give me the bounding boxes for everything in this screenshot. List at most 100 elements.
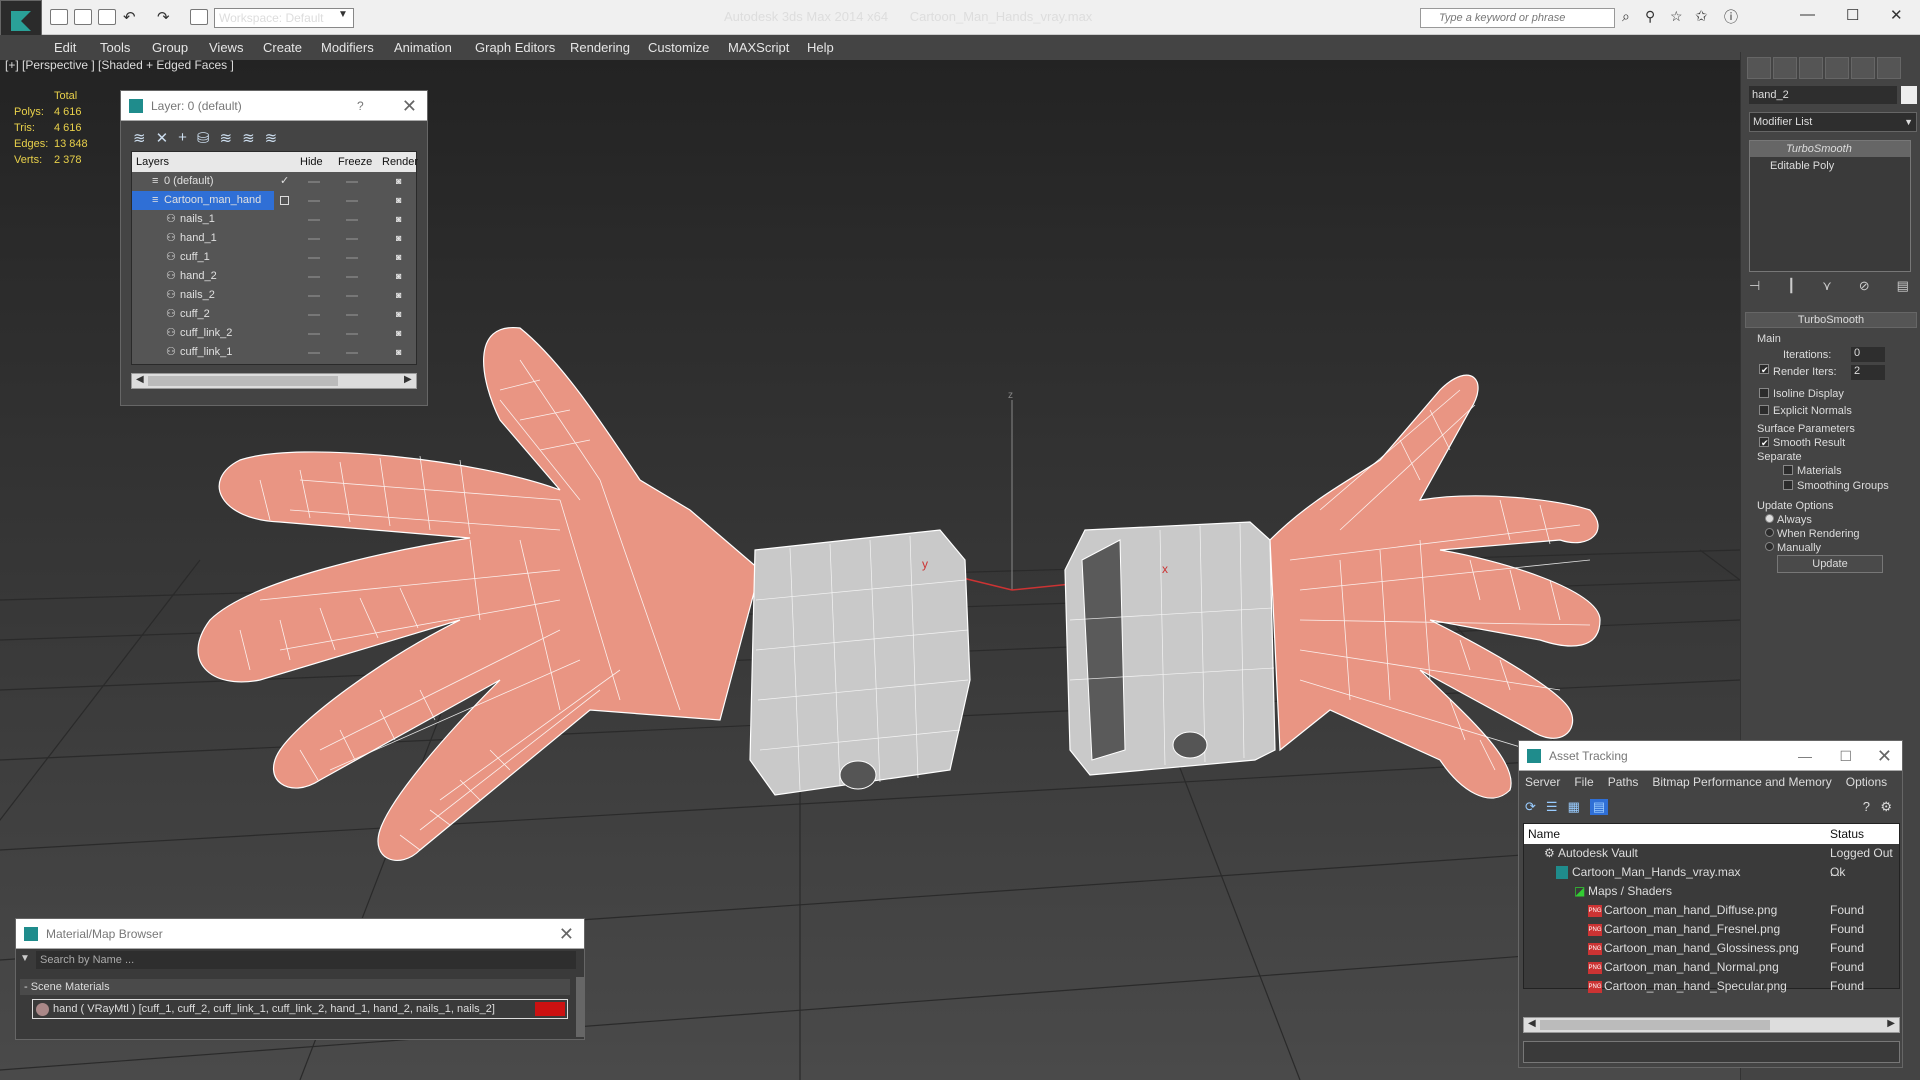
scrollbar-thumb[interactable] — [1540, 1020, 1770, 1030]
scene-materials-header[interactable]: - Scene Materials — [20, 979, 570, 995]
display-tab-icon[interactable] — [1851, 57, 1875, 79]
asset-row[interactable]: Cartoon_Man_Hands_vray.max Ok — [1524, 863, 1899, 882]
search-input[interactable]: Type a keyword or phrase — [1420, 8, 1615, 28]
render-icon[interactable]: ◙ — [396, 305, 401, 324]
communication-center-icon[interactable]: ⚲ — [1645, 8, 1655, 25]
explicit-normals-checkbox[interactable] — [1759, 405, 1769, 415]
modify-tab-icon[interactable] — [1773, 57, 1797, 79]
asset-row[interactable]: ◪ Maps / Shaders — [1524, 882, 1899, 901]
menu-create[interactable]: Create — [263, 40, 302, 55]
asset-menu-file[interactable]: File — [1574, 775, 1593, 789]
motion-tab-icon[interactable] — [1825, 57, 1849, 79]
maximize-button[interactable]: ☐ — [1846, 6, 1859, 24]
viewport-label[interactable]: [+] [Perspective ] [Shaded + Edged Faces… — [5, 58, 234, 72]
maximize-button[interactable]: ☐ — [1839, 741, 1852, 771]
menu-modifiers[interactable]: Modifiers — [321, 40, 374, 55]
close-icon[interactable]: ✕ — [402, 91, 417, 121]
modifier-list-dropdown[interactable]: Modifier List ▼ — [1749, 112, 1917, 132]
layer-dialog-titlebar[interactable]: Layer: 0 (default) ? ✕ — [121, 91, 427, 121]
render-icon[interactable]: ◙ — [396, 210, 401, 229]
asset-row[interactable]: PNG Cartoon_man_hand_Specular.png Found — [1524, 977, 1899, 996]
asset-horizontal-scrollbar[interactable]: ◀ ▶ — [1523, 1017, 1900, 1033]
material-browser-titlebar[interactable]: Material/Map Browser ✕ — [16, 919, 584, 949]
layer-row[interactable]: ⚇ cuff_2 ◙ — [132, 305, 416, 324]
open-file-icon[interactable] — [74, 9, 92, 25]
iterations-spinner[interactable]: 0 — [1851, 347, 1885, 362]
redo-icon[interactable]: ↷ — [157, 8, 170, 26]
render-icon[interactable]: ◙ — [396, 172, 401, 191]
asset-menu-server[interactable]: Server — [1525, 775, 1560, 789]
layer-row[interactable]: ⚇ hand_2 ◙ — [132, 267, 416, 286]
scrollbar-thumb[interactable] — [148, 376, 338, 386]
layer-row[interactable]: ⚇ hand_1 ◙ — [132, 229, 416, 248]
menu-edit[interactable]: Edit — [54, 40, 76, 55]
menu-animation[interactable]: Animation — [394, 40, 452, 55]
col-name[interactable]: Name — [1528, 824, 1560, 844]
menu-help[interactable]: Help — [807, 40, 834, 55]
help-button[interactable]: ? — [357, 91, 364, 121]
help-icon[interactable]: ⓘ — [1724, 7, 1738, 27]
workspace-dropdown[interactable]: Workspace: Default — [214, 8, 354, 28]
asset-row[interactable]: ⚙ Autodesk Vault Logged Out ... — [1524, 844, 1899, 879]
favorites-icon[interactable]: ☆ — [1670, 8, 1683, 25]
delete-layer-icon[interactable]: ✕ — [156, 129, 169, 147]
create-layer-icon[interactable]: ≋ — [133, 129, 146, 147]
current-layer-checkbox[interactable] — [280, 196, 289, 205]
binoculars-icon[interactable]: ⌕ — [1622, 8, 1630, 25]
star-icon[interactable]: ✩ — [1695, 7, 1708, 25]
minimize-button[interactable]: — — [1798, 741, 1812, 771]
object-name-field[interactable]: hand_2 — [1749, 86, 1897, 104]
menu-graph-editors[interactable]: Graph Editors — [475, 40, 555, 55]
make-unique-icon[interactable]: ⋎ — [1822, 278, 1832, 296]
asset-menu-options[interactable]: Options — [1846, 775, 1887, 789]
smoothing-groups-checkbox[interactable] — [1783, 480, 1793, 490]
asset-path-field[interactable] — [1523, 1041, 1900, 1063]
pin-stack-icon[interactable]: ⊣ — [1749, 278, 1760, 296]
render-icon[interactable]: ◙ — [396, 343, 401, 362]
save-file-icon[interactable] — [98, 9, 116, 25]
menu-group[interactable]: Group — [152, 40, 188, 55]
layer-row[interactable]: ⚇ nails_1 ◙ — [132, 210, 416, 229]
settings-icon[interactable]: ⚙ — [1880, 799, 1892, 815]
render-icon[interactable]: ◙ — [396, 248, 401, 267]
menu-maxscript[interactable]: MAXScript — [728, 40, 789, 55]
col-hide[interactable]: Hide — [300, 152, 323, 172]
render-icon[interactable]: ◙ — [396, 324, 401, 343]
horizontal-scrollbar[interactable]: ◀ ▶ — [131, 373, 417, 389]
render-icon[interactable]: ◙ — [396, 267, 401, 286]
close-button[interactable]: ✕ — [1890, 6, 1903, 24]
minimize-button[interactable]: — — [1800, 6, 1815, 23]
stack-item-turbosmooth[interactable]: TurboSmooth — [1750, 141, 1910, 157]
render-icon[interactable]: ◙ — [396, 286, 401, 305]
create-tab-icon[interactable] — [1747, 57, 1771, 79]
render-icon[interactable]: ◙ — [396, 229, 401, 248]
asset-tracking-titlebar[interactable]: Asset Tracking — ☐ ✕ — [1519, 741, 1902, 771]
asset-row[interactable]: PNG Cartoon_man_hand_Normal.png Found — [1524, 958, 1899, 977]
undo-icon[interactable]: ↶ — [123, 8, 136, 26]
hide-all-icon[interactable]: ≋ — [242, 129, 255, 147]
asset-row[interactable]: PNG Cartoon_man_hand_Glossiness.png Found — [1524, 939, 1899, 958]
render-iters-checkbox[interactable] — [1759, 364, 1769, 374]
new-file-icon[interactable] — [50, 9, 68, 25]
project-folder-icon[interactable] — [190, 9, 208, 25]
menu-tools[interactable]: Tools — [100, 40, 130, 55]
render-iters-spinner[interactable]: 2 — [1851, 365, 1885, 380]
always-radio[interactable] — [1765, 514, 1774, 523]
stack-item-editable-poly[interactable]: Editable Poly — [1750, 158, 1910, 174]
asset-row[interactable]: PNG Cartoon_man_hand_Diffuse.png Found — [1524, 901, 1899, 920]
render-icon[interactable]: ◙ — [396, 191, 401, 210]
chevron-down-icon[interactable]: ▼ — [1904, 113, 1913, 131]
options-arrow-icon[interactable]: ▼ — [20, 953, 30, 964]
add-to-layer-icon[interactable]: + — [178, 129, 187, 147]
layer-row[interactable]: ⚇ cuff_link_2 ◙ — [132, 324, 416, 343]
freeze-all-icon[interactable]: ≋ — [265, 129, 278, 147]
layer-row[interactable]: ⚇ nails_2 ◙ — [132, 286, 416, 305]
layer-row[interactable]: ⚇ cuff_1 ◙ — [132, 248, 416, 267]
select-in-layer-icon[interactable]: ⛁ — [197, 129, 210, 147]
grid-view-icon[interactable]: ▤ — [1589, 799, 1609, 815]
material-search-input[interactable]: Search by Name ... — [36, 951, 576, 969]
menu-rendering[interactable]: Rendering — [570, 40, 630, 55]
hierarchy-tab-icon[interactable] — [1799, 57, 1823, 79]
manually-radio[interactable] — [1765, 542, 1774, 551]
configure-sets-icon[interactable]: ▤ — [1897, 278, 1909, 296]
